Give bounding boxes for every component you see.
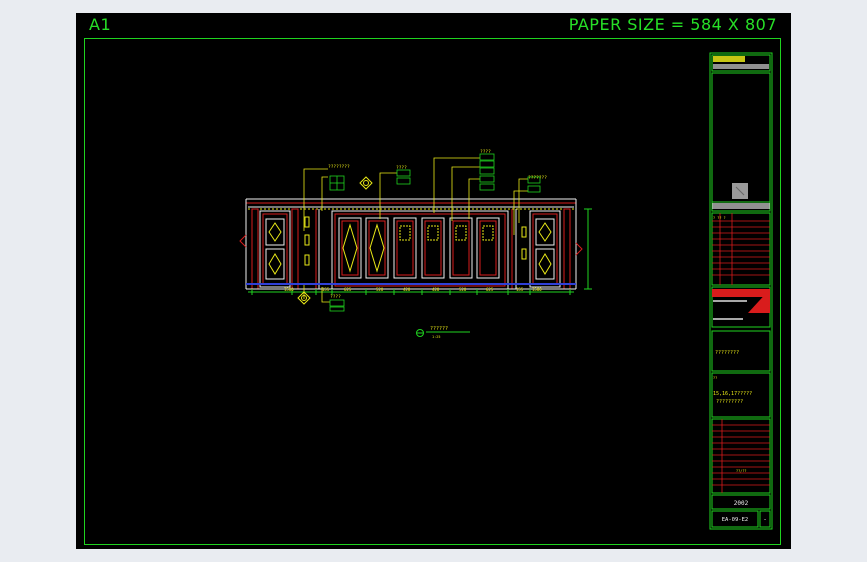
- svg-text:????: ????: [330, 294, 341, 300]
- svg-text:??/??: ??/??: [736, 469, 747, 473]
- svg-text:420: 420: [432, 287, 440, 292]
- cabinet-doors: [338, 217, 500, 279]
- cad-drawing: 1500 155 625 520 420 420 520 625 155 1500: [239, 52, 773, 530]
- drawing-sheet: A1 PAPER SIZE = 584 X 807 1500 155 625 5…: [76, 13, 791, 549]
- svg-text:1500: 1500: [532, 287, 542, 292]
- drawing-number-label: EA-09-E2: [722, 517, 749, 523]
- svg-text:? ?? ?: ? ?? ?: [713, 216, 726, 220]
- svg-text:1500: 1500: [284, 287, 294, 292]
- svg-text:???????: ???????: [528, 175, 547, 181]
- svg-text:520: 520: [459, 287, 467, 292]
- title-block: ? ?? ? ???????? ?? 15,16,17????? ???????…: [709, 52, 773, 530]
- svg-text:????: ????: [480, 149, 491, 155]
- stage-label: 2002: [734, 500, 749, 507]
- revision-label: -: [763, 516, 767, 523]
- svg-text:420: 420: [403, 287, 411, 292]
- sheet-ref-line1: 15,16,17?????: [713, 391, 752, 397]
- sheet-ref-line2: ?????????: [716, 399, 743, 405]
- elevation-caption: ?????? 1:25: [416, 326, 470, 339]
- svg-text:155: 155: [322, 287, 330, 292]
- svg-text:625: 625: [344, 287, 352, 292]
- client-note-label: ????????: [715, 350, 739, 356]
- elevation-caption-label: ??????: [430, 326, 448, 332]
- svg-text:155: 155: [516, 287, 524, 292]
- svg-text:??: ??: [713, 376, 717, 380]
- elevation-scale-label: 1:25: [432, 335, 440, 339]
- svg-text:520: 520: [376, 287, 384, 292]
- svg-text:????: ????: [396, 165, 407, 171]
- elevation-view: 1500 155 625 520 420 420 520 625 155 1500: [239, 149, 592, 312]
- svg-text:????????: ????????: [328, 164, 350, 170]
- svg-text:625: 625: [486, 287, 494, 292]
